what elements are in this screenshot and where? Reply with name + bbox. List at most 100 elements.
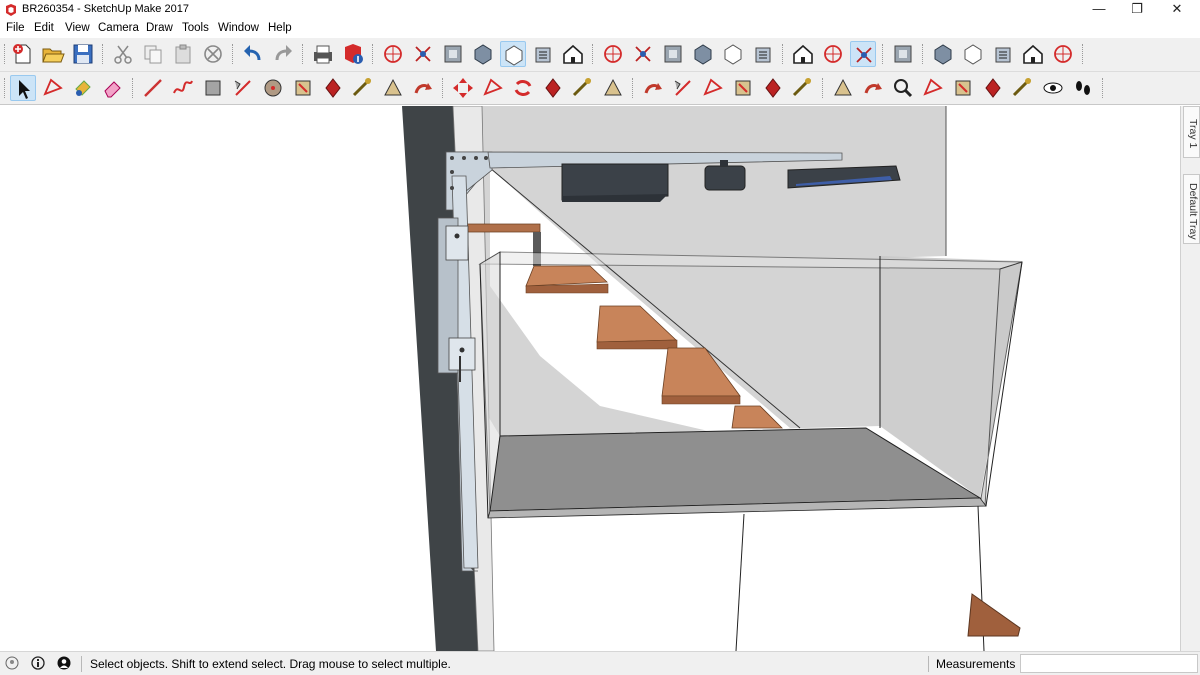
geo-location-icon[interactable] [5, 656, 19, 670]
line-tool-button[interactable] [140, 75, 166, 101]
paint-bucket-button[interactable] [70, 75, 96, 101]
circle-tool-button[interactable] [260, 75, 286, 101]
save-button[interactable] [70, 41, 96, 67]
cut-button[interactable] [110, 41, 136, 67]
scale-tool-button[interactable] [570, 75, 596, 101]
protractor-button[interactable] [700, 75, 726, 101]
tape-measure-button[interactable] [640, 75, 666, 101]
rotate-tool-button[interactable] [510, 75, 536, 101]
right-view-button[interactable] [690, 41, 716, 67]
previous-view-button[interactable] [980, 75, 1006, 101]
rotate-tool-icon [514, 80, 532, 96]
position-camera-button[interactable] [1010, 75, 1036, 101]
three-point-arc-button[interactable] [380, 75, 406, 101]
move-tool-button[interactable] [450, 75, 476, 101]
zoom-tool-button[interactable] [890, 75, 916, 101]
undo-button[interactable] [240, 41, 266, 67]
text-tool-icon [735, 80, 751, 96]
print-button[interactable] [310, 41, 336, 67]
menu-help[interactable]: Help [268, 22, 292, 34]
iso-view-button[interactable] [600, 41, 626, 67]
menu-camera[interactable]: Camera [98, 22, 139, 34]
component-2-button[interactable] [960, 41, 986, 67]
arc-tool-button[interactable] [320, 75, 346, 101]
3d-text-icon [792, 77, 812, 97]
pan-tool-icon [864, 83, 882, 94]
display-section-cuts-button[interactable] [850, 41, 876, 67]
back-edges-button[interactable] [410, 41, 436, 67]
zoom-extents-button[interactable] [950, 75, 976, 101]
undo-icon [244, 45, 261, 61]
look-around-button[interactable] [1040, 75, 1066, 101]
push-pull-button[interactable] [480, 75, 506, 101]
cut-icon [114, 45, 132, 64]
back-view-button[interactable] [720, 41, 746, 67]
hidden-line-style-button[interactable] [470, 41, 496, 67]
paste-button[interactable] [170, 41, 196, 67]
tray-tab-1[interactable]: Tray 1 [1183, 106, 1200, 158]
make-component-button[interactable] [40, 75, 66, 101]
eraser-button[interactable] [100, 75, 126, 101]
left-view-icon [755, 47, 771, 63]
tray-tab-default[interactable]: Default Tray [1183, 174, 1200, 244]
main-toolbar [0, 38, 1200, 72]
component-3-button[interactable] [990, 41, 1016, 67]
three-point-arc-icon [384, 78, 402, 96]
menu-draw[interactable]: Draw [146, 22, 173, 34]
polygon-tool-button[interactable] [290, 75, 316, 101]
credits-icon[interactable] [31, 656, 45, 670]
section-plane-button[interactable] [790, 41, 816, 67]
measurements-input[interactable] [1020, 654, 1198, 673]
select-tool-button[interactable] [10, 75, 36, 101]
follow-me-button[interactable] [540, 75, 566, 101]
wireframe-style-button[interactable] [440, 41, 466, 67]
eraser-icon [104, 81, 121, 98]
text-tool-button[interactable] [730, 75, 756, 101]
copy-button[interactable] [140, 41, 166, 67]
open-file-button[interactable] [40, 41, 66, 67]
front-view-button[interactable] [660, 41, 686, 67]
menu-tools[interactable]: Tools [182, 22, 209, 34]
pan-tool-button[interactable] [860, 75, 886, 101]
menu-window[interactable]: Window [218, 22, 259, 34]
model-viewport[interactable] [0, 106, 1180, 651]
offset-tool-button[interactable] [600, 75, 626, 101]
new-file-icon [13, 44, 31, 64]
component-4-button[interactable] [1020, 41, 1046, 67]
group-button[interactable] [890, 41, 916, 67]
zoom-tool-icon [894, 79, 913, 98]
redo-button[interactable] [270, 41, 296, 67]
rotated-rectangle-button[interactable] [230, 75, 256, 101]
shaded-textures-style-button[interactable] [530, 41, 556, 67]
component-5-button[interactable] [1050, 41, 1076, 67]
orbit-tool-button[interactable] [830, 75, 856, 101]
menu-view[interactable]: View [65, 22, 90, 34]
dimension-tool-button[interactable] [670, 75, 696, 101]
shaded-style-button[interactable] [500, 41, 526, 67]
section-plane-icon [793, 44, 813, 64]
toolbar-separator [632, 78, 634, 98]
display-section-planes-button[interactable] [820, 41, 846, 67]
menu-file[interactable]: File [6, 22, 25, 34]
new-file-button[interactable] [10, 41, 36, 67]
rectangle-tool-button[interactable] [200, 75, 226, 101]
erase-selection-button[interactable] [200, 41, 226, 67]
close-button[interactable]: ✕ [1154, 0, 1200, 20]
freehand-tool-button[interactable] [170, 75, 196, 101]
component-1-button[interactable] [930, 41, 956, 67]
zoom-window-button[interactable] [920, 75, 946, 101]
monochrome-style-button[interactable] [560, 41, 586, 67]
pie-tool-button[interactable] [410, 75, 436, 101]
axes-tool-button[interactable] [760, 75, 786, 101]
model-info-button[interactable] [340, 41, 366, 67]
menu-edit[interactable]: Edit [34, 22, 54, 34]
user-account-icon[interactable] [57, 656, 71, 670]
3d-text-button[interactable] [790, 75, 816, 101]
top-view-button[interactable] [630, 41, 656, 67]
left-view-button[interactable] [750, 41, 776, 67]
walk-tool-button[interactable] [1070, 75, 1096, 101]
xray-style-button[interactable] [380, 41, 406, 67]
measurements-label: Measurements [936, 657, 1016, 671]
two-point-arc-button[interactable] [350, 75, 376, 101]
push-pull-icon [483, 78, 503, 96]
